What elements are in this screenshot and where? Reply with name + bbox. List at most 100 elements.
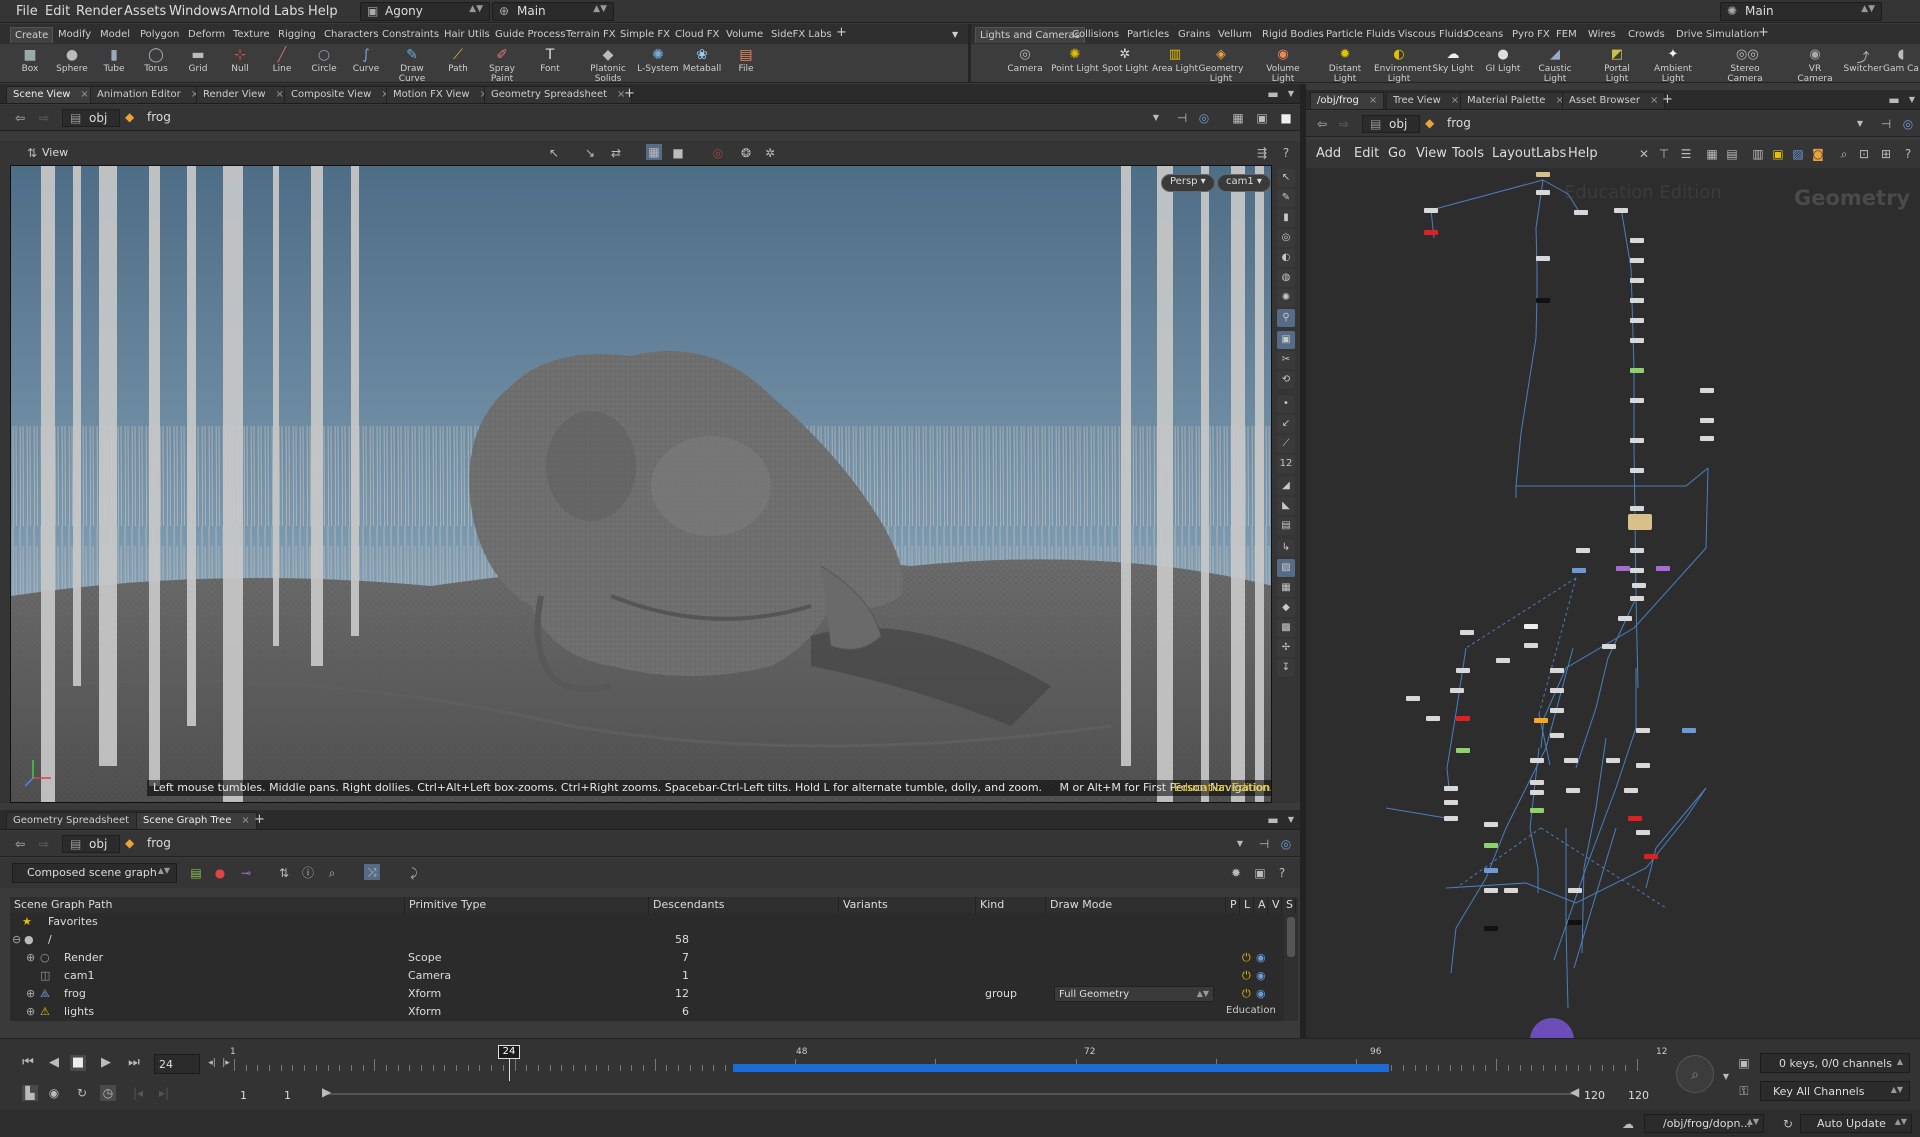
network-node[interactable] (1484, 888, 1498, 893)
tool-distant-light[interactable]: ✹ Distant Light (1320, 44, 1370, 84)
shelf-tab-cloud-fx[interactable]: Cloud FX (671, 27, 723, 43)
down-arrow-icon[interactable]: ↧ (1277, 659, 1295, 677)
link-icon[interactable]: ◎ (1196, 110, 1212, 126)
tool-l-system[interactable]: ✺ L-System (636, 44, 680, 83)
back-arrow-icon[interactable]: ⇦ (12, 836, 28, 852)
column-variants[interactable]: Variants (839, 897, 976, 913)
select-points-icon[interactable]: ↘ (582, 145, 598, 161)
network-node[interactable] (1524, 643, 1538, 648)
pane-menu-icon[interactable]: ▼ (1904, 92, 1920, 108)
column-primitive-type[interactable]: Primitive Type (405, 897, 649, 913)
network-node[interactable] (1566, 788, 1580, 793)
path-dropdown-icon[interactable]: ▼ (1232, 836, 1248, 852)
network-node[interactable] (1406, 696, 1420, 701)
network-node[interactable] (1630, 238, 1644, 243)
tool-font[interactable]: T Font (528, 44, 572, 83)
menu-add[interactable]: Add (1316, 146, 1341, 161)
jump-end-icon[interactable]: ⏭ (126, 1055, 142, 1071)
grid-icon[interactable]: ▦ (1277, 579, 1295, 597)
pick-icon[interactable]: ⤸ (406, 865, 422, 881)
tool-volume-light[interactable]: ◉ Volume Light (1258, 44, 1308, 84)
arrow-icon[interactable]: ↙ (1277, 415, 1295, 433)
network-node[interactable] (1484, 822, 1498, 827)
wrench-icon[interactable]: ✕ (1636, 146, 1652, 162)
layout-icon[interactable]: ▥ (1750, 146, 1766, 162)
expand-icon[interactable]: ⊕ (26, 1005, 35, 1018)
tab-render-view[interactable]: Render View × (196, 86, 291, 103)
network-node[interactable] (1700, 388, 1714, 393)
tool-gi-light[interactable]: ● GI Light (1478, 44, 1528, 83)
add-tab-icon[interactable]: + (1656, 90, 1679, 107)
breadcrumb-frog[interactable]: ◆ frog (1421, 115, 1821, 133)
menu-arnold[interactable]: Arnold (228, 4, 270, 19)
menu-render[interactable]: Render (76, 4, 122, 19)
geometry-icon[interactable]: ◆ (1277, 599, 1295, 617)
cut-icon[interactable]: ✂ (1277, 351, 1295, 369)
shelf-tab-constraints[interactable]: Constraints (378, 27, 443, 43)
tool-torus[interactable]: ◯ Torus (134, 44, 178, 83)
display-icon[interactable]: ▨ (1277, 559, 1295, 577)
jump-start-icon[interactable]: ⏮ (20, 1055, 36, 1071)
tool-spray-paint[interactable]: ✐ Spray Paint (480, 44, 524, 84)
tool-spot-light[interactable]: ✲ Spot Light (1100, 44, 1150, 83)
shelf-tab-volume[interactable]: Volume (722, 27, 767, 43)
info-icon[interactable]: ⓘ (300, 865, 316, 881)
wedge-down-icon[interactable]: ◣ (1277, 497, 1295, 515)
shelf-tab-simple-fx[interactable]: Simple FX (616, 27, 674, 43)
column-p[interactable]: P (1226, 897, 1240, 913)
network-node[interactable] (1630, 398, 1644, 403)
breadcrumb-frog[interactable]: ◆ frog (121, 109, 1161, 127)
tool-metaball[interactable]: ❀ Metaball (680, 44, 724, 83)
close-icon[interactable]: × (276, 89, 284, 100)
network-node[interactable] (1630, 368, 1644, 373)
search-icon[interactable]: ⌕ (1836, 146, 1852, 162)
add-tab-icon[interactable]: + (248, 810, 271, 827)
power-icon[interactable]: ⏻ (1242, 987, 1251, 1001)
network-node[interactable] (1700, 418, 1714, 423)
tab-asset-browser[interactable]: Asset Browser × (1562, 92, 1666, 109)
shelf-tab-sidefx-labs[interactable]: SideFX Labs (767, 27, 836, 43)
audio-scrub-icon[interactable]: ⌕ (1676, 1055, 1714, 1093)
column-s[interactable]: S (1282, 897, 1296, 913)
playhead-marker[interactable]: 24 (498, 1045, 520, 1059)
network-node[interactable] (1630, 506, 1644, 511)
network-node[interactable] (1530, 790, 1544, 795)
network-node[interactable] (1616, 566, 1630, 571)
network-node[interactable] (1568, 888, 1582, 893)
tab-scene-view[interactable]: Scene View × (6, 86, 96, 103)
network-node[interactable] (1484, 843, 1498, 848)
network-node[interactable] (1424, 208, 1438, 213)
list-icon[interactable]: ☰ (1678, 146, 1694, 162)
forward-arrow-icon[interactable]: ⇨ (36, 110, 52, 126)
column-options-icon[interactable]: ⇅ (276, 865, 292, 881)
auto-update-select[interactable]: Auto Update ▲▼ (1800, 1114, 1912, 1133)
breadcrumb-frog[interactable]: ◆ frog (121, 835, 1241, 853)
light-linker-icon[interactable]: ● (212, 865, 228, 881)
select-box-icon[interactable]: ■ (670, 145, 686, 161)
tool-menu-icon[interactable]: ⇅ (24, 145, 40, 161)
loop-icon[interactable]: ↻ (74, 1085, 90, 1101)
network-node[interactable] (1624, 788, 1638, 793)
tool-circle[interactable]: ○ Circle (302, 44, 346, 83)
collection-icon[interactable]: ▤ (188, 865, 204, 881)
menu-edit[interactable]: Edit (1354, 146, 1379, 161)
link-icon[interactable]: ◎ (1278, 836, 1294, 852)
network-node[interactable] (1636, 763, 1650, 768)
shelf-tab-collisions[interactable]: Collisions (1068, 27, 1123, 43)
network-node[interactable] (1424, 230, 1438, 235)
realtime-toggle-icon[interactable]: ▙ (22, 1085, 38, 1101)
network-node[interactable] (1456, 716, 1470, 721)
stop-icon[interactable]: ■ (70, 1055, 86, 1071)
shelf-tab-model[interactable]: Model (96, 27, 134, 43)
tool-gam-ca[interactable]: ◖ Gam Ca (1876, 44, 1920, 83)
network-node[interactable] (1630, 548, 1644, 553)
shelf-menu-icon[interactable]: ▼ (948, 27, 962, 43)
column-a[interactable]: A (1254, 897, 1268, 913)
network-node[interactable] (1550, 668, 1564, 673)
tab-material-palette[interactable]: Material Palette × (1460, 92, 1571, 109)
render-region-icon[interactable]: ❂ (738, 145, 754, 161)
network-node[interactable] (1524, 624, 1538, 629)
network-node[interactable] (1614, 208, 1628, 213)
range-end2-value[interactable]: 120 (1628, 1089, 1649, 1102)
shelf-tab-pyro-fx[interactable]: Pyro FX (1508, 27, 1554, 43)
